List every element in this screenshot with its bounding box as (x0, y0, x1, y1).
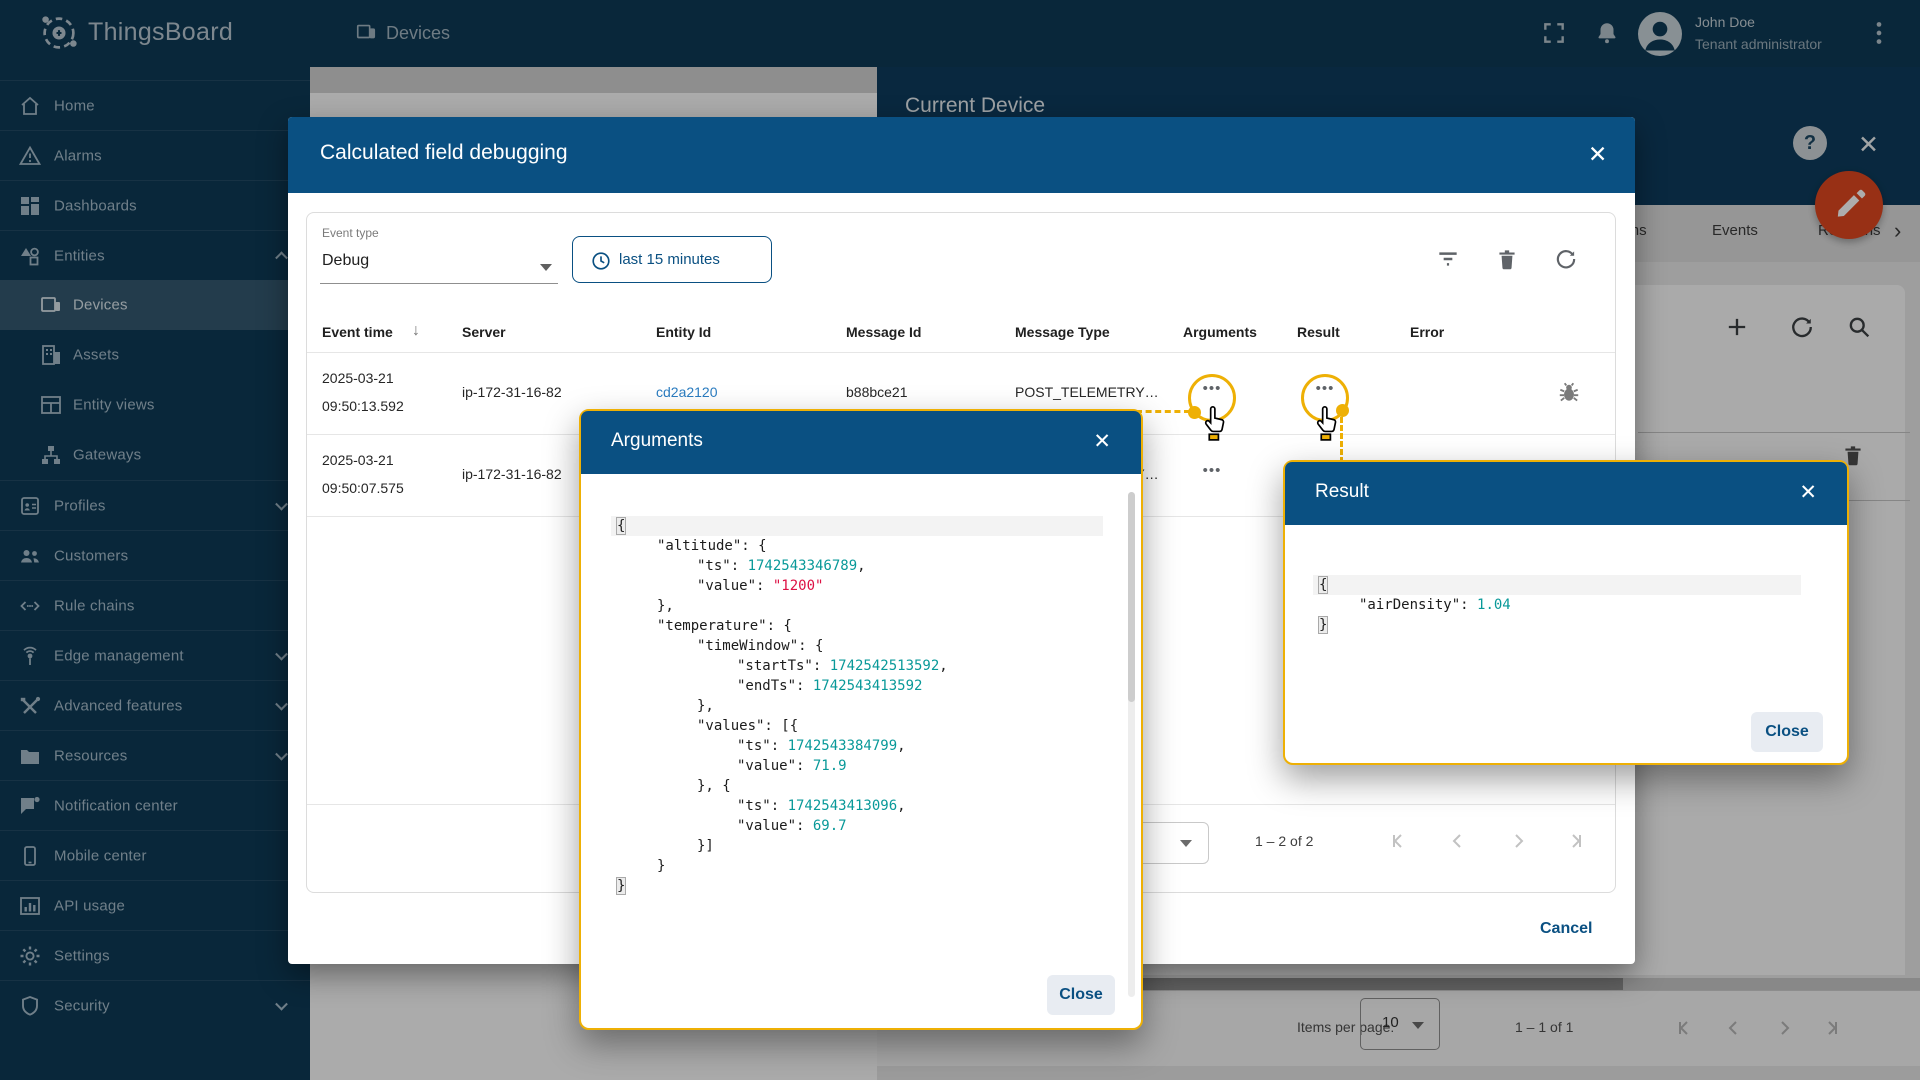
json-scrollbar-thumb[interactable] (1128, 492, 1135, 702)
first-page-icon[interactable] (1386, 829, 1410, 858)
json-line: "airDensity": 1.04 (1359, 597, 1511, 613)
column-header-server[interactable]: Server (462, 324, 506, 340)
json-line: "timeWindow": { (697, 638, 824, 654)
time-range-button[interactable]: last 15 minutes (572, 236, 772, 283)
debug-bug-icon (1556, 380, 1582, 411)
server-cell: ip-172-31-16-82 (462, 466, 562, 482)
modal-close-icon[interactable]: ✕ (1588, 141, 1607, 168)
column-header-event-time[interactable]: Event time (322, 324, 393, 340)
modal-page-range: 1 – 2 of 2 (1255, 833, 1314, 849)
arguments-dots-button[interactable]: ••• (1192, 462, 1232, 488)
event-type-label: Event type (322, 226, 379, 240)
json-line: }] (697, 838, 714, 854)
result-dialog: Result ✕ { "airDensity": 1.04} Close (1283, 460, 1849, 765)
result-dialog-header (1285, 462, 1847, 525)
column-header-error[interactable]: Error (1410, 324, 1444, 340)
json-line: "endTs": 1742543413592 (737, 678, 923, 694)
column-header-entity-id[interactable]: Entity Id (656, 324, 711, 340)
json-line: "ts": 1742543384799, (737, 738, 906, 754)
chevron-down-icon (1180, 840, 1192, 847)
message-type-cell: POST_TELEMETRY… (1015, 384, 1159, 400)
json-line: "ts": 1742543346789, (697, 558, 866, 574)
event-time-time: 09:50:13.592 (322, 398, 404, 414)
json-line: }, { (697, 778, 731, 794)
arguments-dialog: Arguments ✕ { "altitude": { "ts": 17425433… (579, 409, 1143, 1030)
prev-page-icon[interactable] (1446, 829, 1470, 858)
event-time-time: 09:50:07.575 (322, 480, 404, 496)
server-cell: ip-172-31-16-82 (462, 384, 562, 400)
next-page-icon[interactable] (1506, 829, 1530, 858)
arguments-dialog-title: Arguments (611, 430, 703, 451)
select-underline (320, 283, 558, 284)
modal-title: Calculated field debugging (320, 141, 568, 164)
result-close-icon[interactable]: ✕ (1799, 480, 1817, 505)
arguments-close-button[interactable]: Close (1047, 975, 1115, 1015)
hand-cursor-icon (1312, 404, 1346, 447)
message-id-cell: b88bce21 (846, 384, 908, 400)
result-dialog-title: Result (1315, 481, 1369, 502)
json-line: "temperature": { (657, 618, 792, 634)
json-line: "ts": 1742543413096, (737, 798, 906, 814)
json-line: "altitude": { (657, 538, 767, 554)
chevron-down-icon[interactable] (540, 264, 552, 271)
json-line: "startTs": 1742542513592, (737, 658, 948, 674)
event-type-select[interactable]: Debug (322, 252, 369, 270)
hand-cursor-icon (1200, 404, 1234, 447)
json-line: } (657, 858, 666, 874)
refresh-icon[interactable] (1553, 246, 1579, 277)
clock-icon (592, 252, 610, 270)
json-line: { (1317, 576, 1329, 594)
delete-icon[interactable] (1494, 246, 1520, 277)
json-line: "values": [{ (697, 718, 799, 734)
cancel-button[interactable]: Cancel (1540, 920, 1592, 938)
filter-icon[interactable] (1435, 246, 1461, 277)
json-line: "value": "1200" (697, 578, 824, 594)
json-line: }, (657, 598, 674, 614)
connector-dashed-line (1136, 410, 1190, 413)
event-time-date: 2025-03-21 (322, 370, 394, 386)
json-line: "value": 69.7 (737, 818, 847, 834)
json-line: { (615, 517, 627, 535)
table-divider (307, 352, 1615, 353)
column-header-message-type[interactable]: Message Type (1015, 324, 1110, 340)
last-page-icon[interactable] (1564, 829, 1588, 858)
json-line: } (615, 877, 627, 895)
column-header-message-id[interactable]: Message Id (846, 324, 921, 340)
sort-desc-icon[interactable]: ↓ (412, 322, 420, 340)
arguments-close-icon[interactable]: ✕ (1093, 429, 1111, 454)
entity-id-link[interactable]: cd2a2120 (656, 384, 718, 400)
event-time-date: 2025-03-21 (322, 452, 394, 468)
json-line: }, (697, 698, 714, 714)
column-header-arguments[interactable]: Arguments (1183, 324, 1257, 340)
json-line: "value": 71.9 (737, 758, 847, 774)
json-line: } (1317, 616, 1329, 634)
column-header-result[interactable]: Result (1297, 324, 1340, 340)
result-close-button[interactable]: Close (1751, 712, 1823, 752)
